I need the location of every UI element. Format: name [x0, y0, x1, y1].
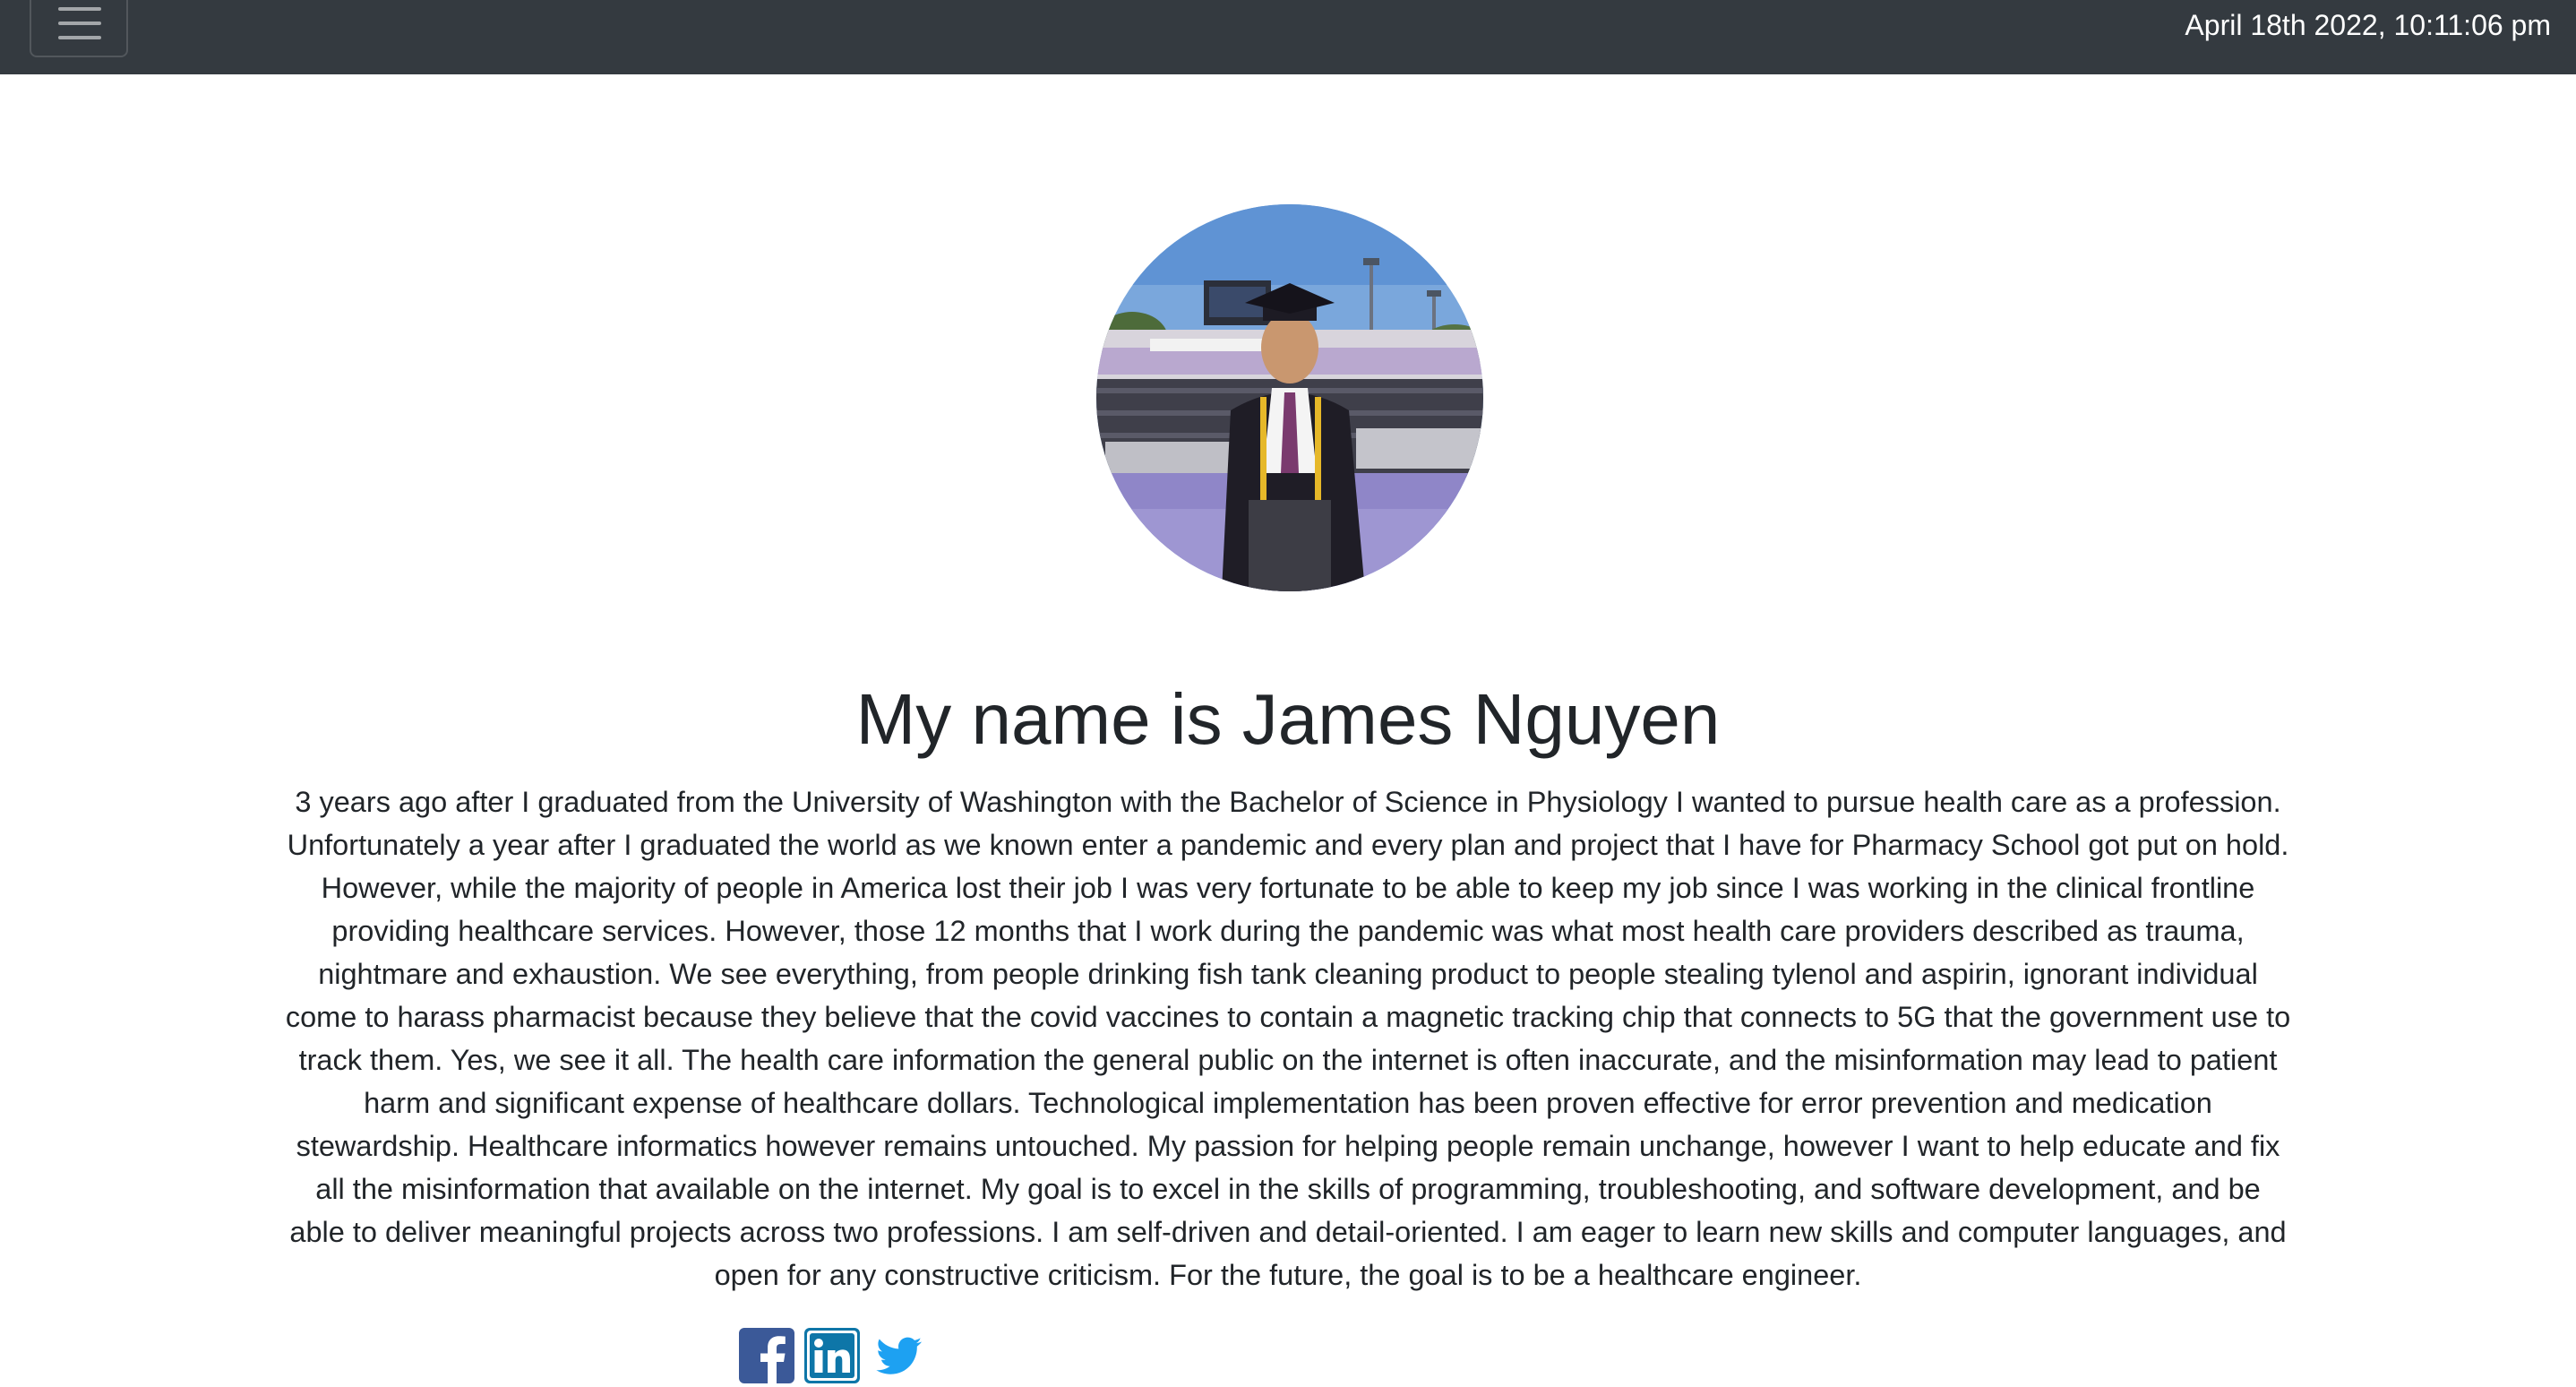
linkedin-icon [804, 1328, 860, 1383]
bio-paragraph: 3 years ago after I graduated from the U… [285, 786, 2291, 1291]
twitter-link[interactable] [873, 1328, 923, 1383]
facebook-link[interactable] [739, 1328, 794, 1383]
menu-toggle-button[interactable] [30, 0, 128, 57]
facebook-icon [739, 1328, 794, 1383]
page-title: My name is James Nguyen [855, 679, 1721, 759]
profile-photo [1096, 204, 1483, 591]
linkedin-link[interactable] [804, 1328, 860, 1383]
twitter-icon [876, 1337, 922, 1374]
top-navbar: April 18th 2022, 10:11:06 pm [0, 0, 2576, 74]
current-datetime: April 18th 2022, 10:11:06 pm [2185, 9, 2551, 41]
